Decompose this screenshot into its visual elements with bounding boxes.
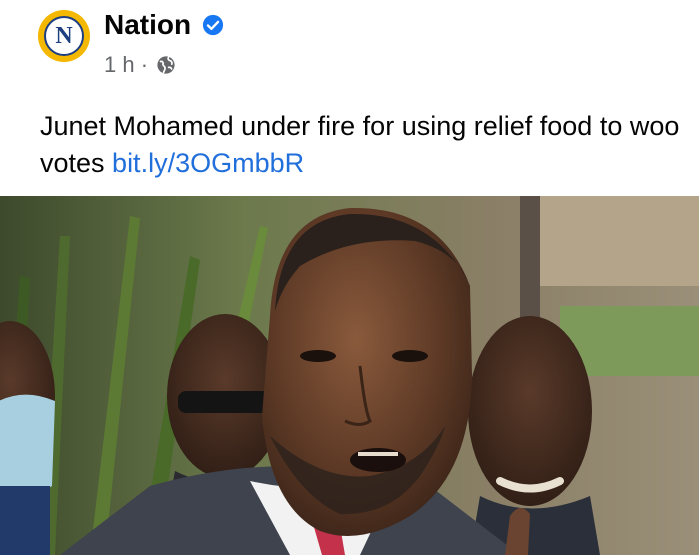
facebook-post: N Nation 1 h · Junet Mohamed under fire …	[0, 0, 699, 555]
post-photo[interactable]	[0, 196, 699, 555]
post-header: N Nation 1 h ·	[0, 0, 699, 90]
page-name[interactable]: Nation	[104, 8, 191, 42]
meta-separator: ·	[140, 52, 149, 78]
verified-badge-icon	[202, 14, 224, 36]
avatar-letter: N	[44, 16, 84, 56]
globe-icon	[157, 56, 175, 74]
post-link[interactable]: bit.ly/3OGmbbR	[112, 148, 304, 178]
post-meta: 1 h ·	[104, 50, 176, 79]
post-time[interactable]: 1 h	[104, 52, 135, 77]
post-message: Junet Mohamed under fire for using relie…	[40, 108, 680, 182]
page-avatar[interactable]: N	[38, 10, 90, 62]
photo-illustration	[0, 196, 699, 555]
